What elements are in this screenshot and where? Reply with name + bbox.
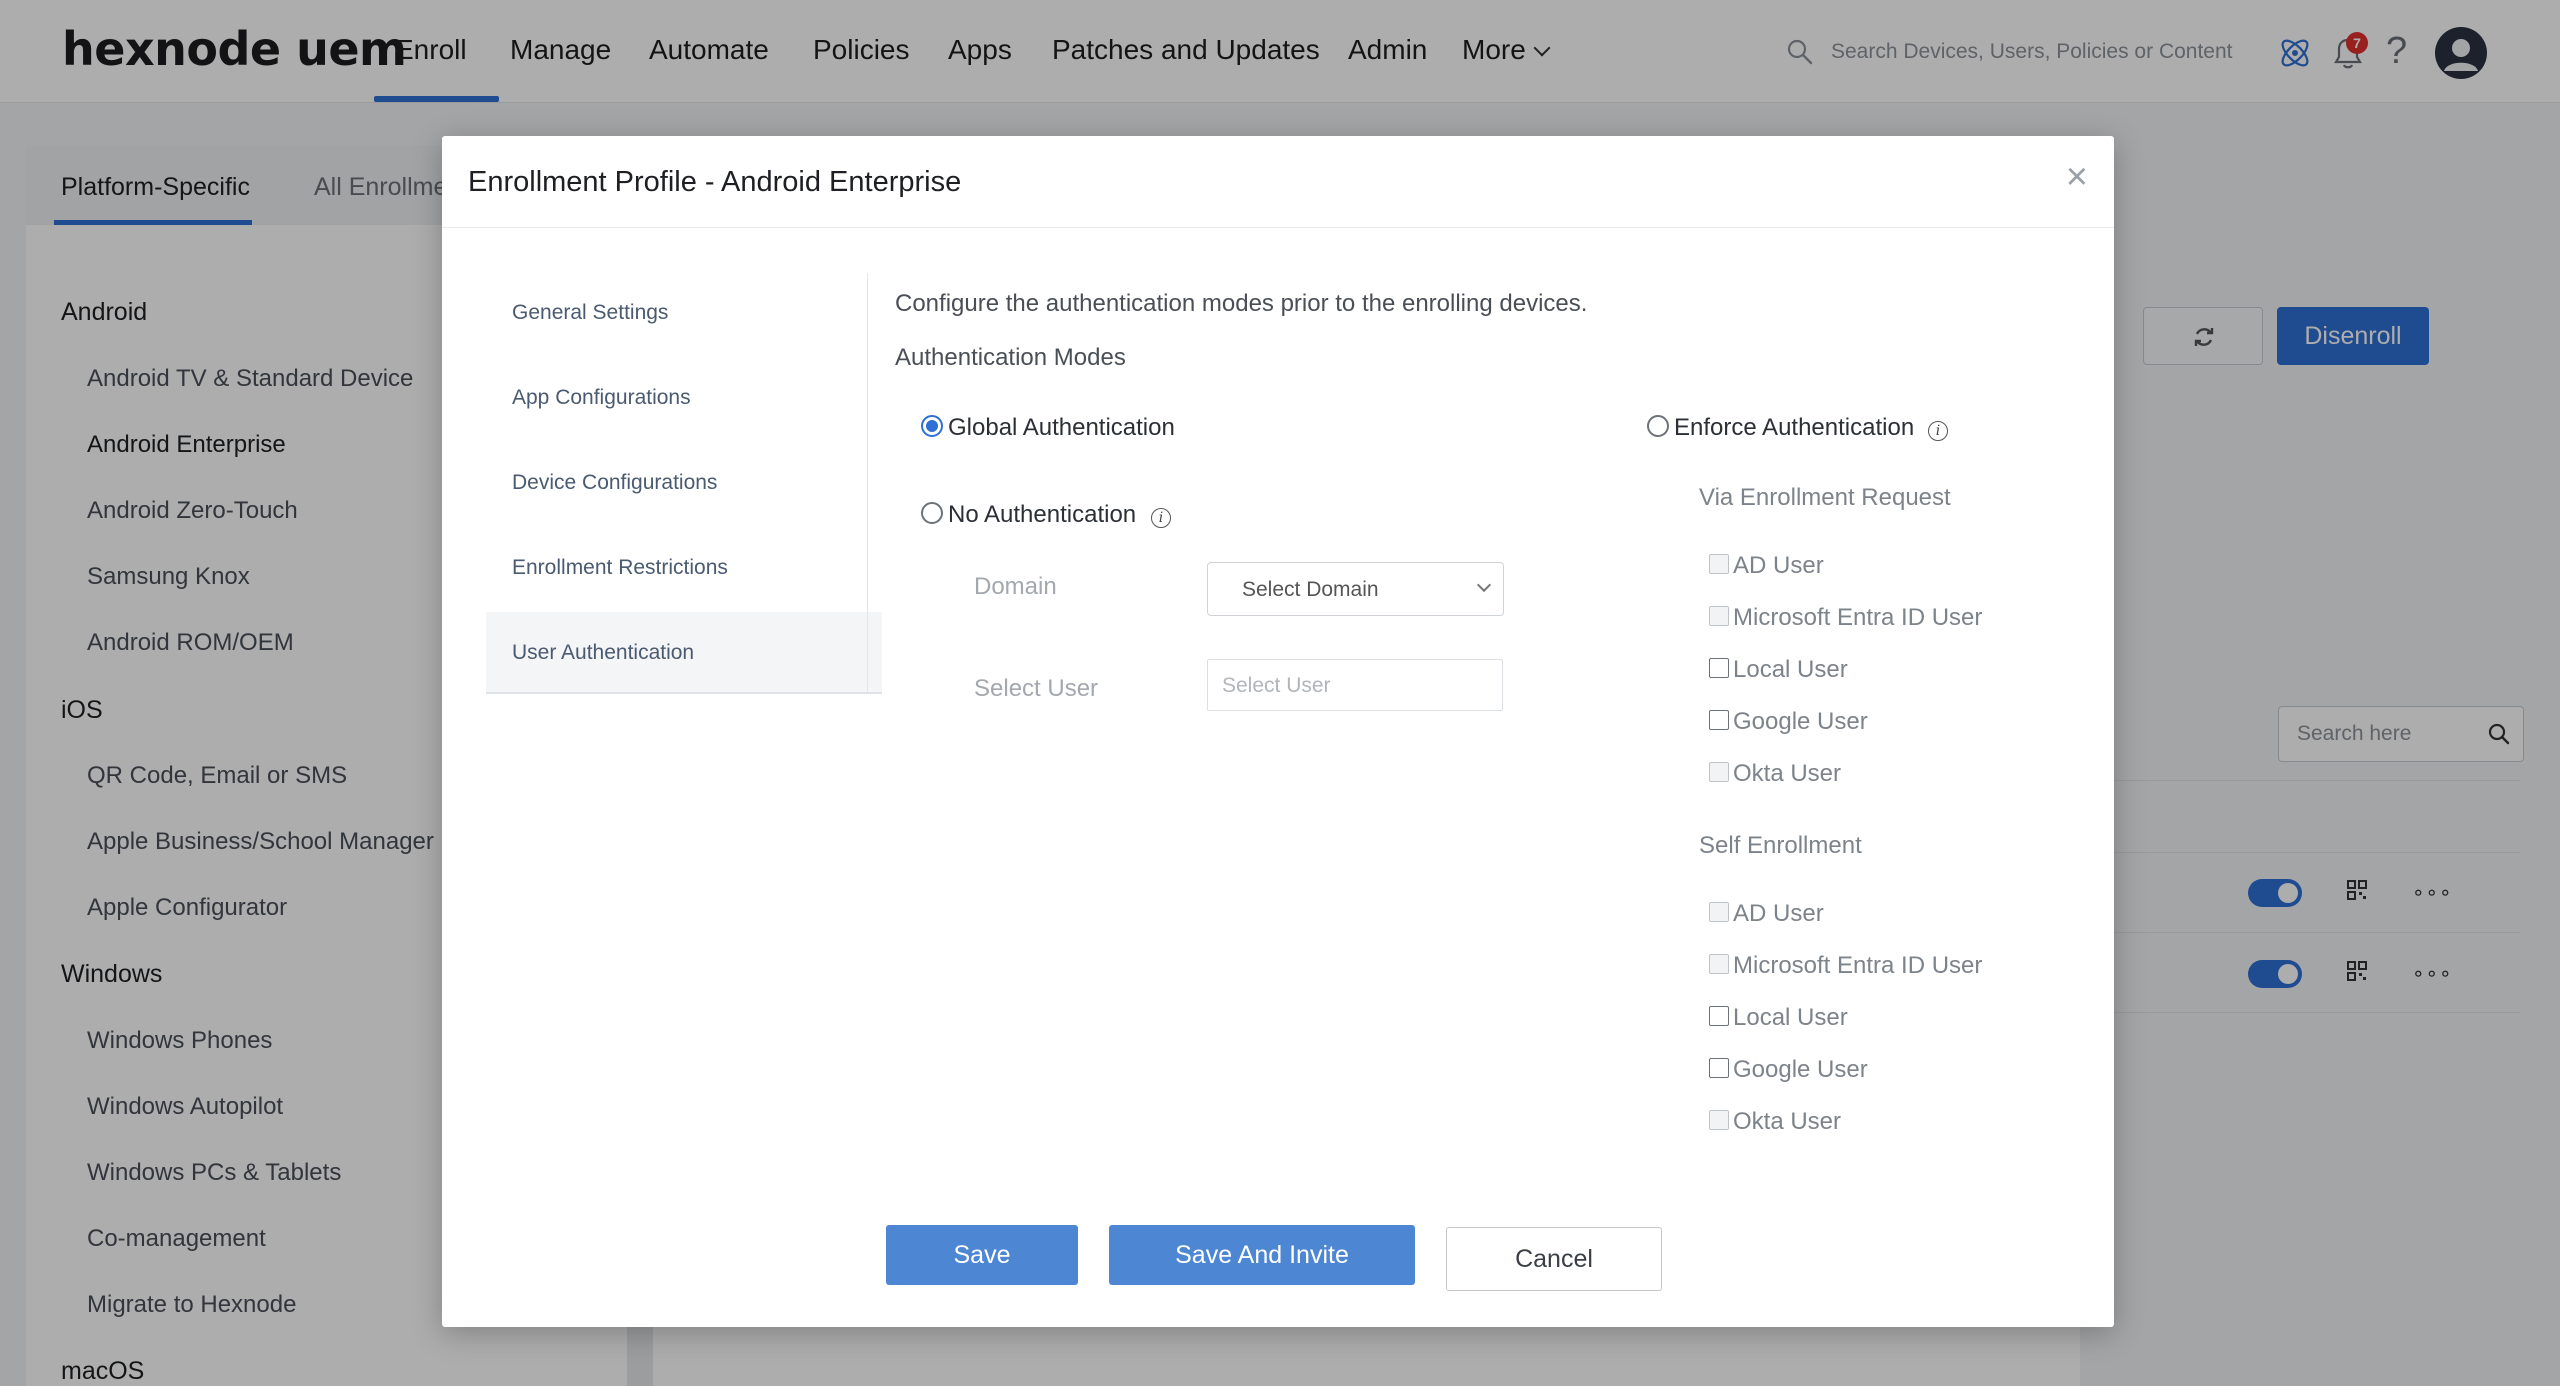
checkbox-label: Local User: [1733, 656, 1848, 683]
info-icon[interactable]: i: [1928, 421, 1948, 441]
domain-label: Domain: [974, 573, 1057, 600]
modal-nav-divider: [867, 273, 868, 693]
modal-nav-general-settings[interactable]: General Settings: [512, 301, 668, 325]
checkbox-label: Microsoft Entra ID User: [1733, 952, 1983, 979]
auth-modes-label: Authentication Modes: [895, 344, 1126, 371]
checkbox-label: AD User: [1733, 552, 1824, 579]
info-icon[interactable]: i: [1151, 508, 1171, 528]
enforce-auth-label[interactable]: Enforce Authentication: [1674, 414, 1914, 442]
chevron-down-icon: [1476, 577, 1492, 593]
checkbox-ad-user[interactable]: [1709, 554, 1729, 574]
modal-nav-device-configurations[interactable]: Device Configurations: [512, 471, 717, 495]
checkbox-google-user[interactable]: [1709, 710, 1729, 730]
save-button[interactable]: Save: [886, 1225, 1078, 1285]
checkbox-label: AD User: [1733, 900, 1824, 927]
checkbox-entra-user[interactable]: [1709, 954, 1729, 974]
checkbox-label: Okta User: [1733, 1108, 1842, 1135]
auth-description: Configure the authentication modes prior…: [895, 290, 1588, 317]
select-user-placeholder: Select User: [1222, 674, 1331, 697]
select-user-label: Select User: [974, 675, 1099, 702]
checkbox-label: Local User: [1733, 1004, 1848, 1031]
no-auth-label[interactable]: No Authentication: [948, 501, 1136, 529]
global-auth-radio[interactable]: [921, 415, 943, 437]
checkbox-label: Okta User: [1733, 760, 1842, 787]
via-enrollment-request-label: Via Enrollment Request: [1699, 484, 1951, 511]
select-user-input[interactable]: Select User: [1207, 659, 1503, 711]
close-icon[interactable]: ×: [2066, 158, 2088, 196]
domain-select-value: Select Domain: [1242, 578, 1379, 601]
checkbox-okta-user[interactable]: [1709, 762, 1729, 782]
checkbox-google-user[interactable]: [1709, 1058, 1729, 1078]
checkbox-local-user[interactable]: [1709, 658, 1729, 678]
modal-header: Enrollment Profile - Android Enterprise …: [442, 136, 2114, 228]
modal-nav-app-configurations[interactable]: App Configurations: [512, 386, 691, 410]
self-enrollment-label: Self Enrollment: [1699, 832, 1862, 859]
checkbox-ad-user[interactable]: [1709, 902, 1729, 922]
checkbox-label: Google User: [1733, 1056, 1868, 1083]
enrollment-profile-modal: Enrollment Profile - Android Enterprise …: [442, 136, 2114, 1327]
global-auth-label[interactable]: Global Authentication: [948, 414, 1175, 442]
modal-title: Enrollment Profile - Android Enterprise: [468, 166, 962, 198]
modal-nav-enrollment-restrictions[interactable]: Enrollment Restrictions: [512, 556, 728, 580]
enforce-auth-radio[interactable]: [1647, 415, 1669, 437]
checkbox-local-user[interactable]: [1709, 1006, 1729, 1026]
checkbox-okta-user[interactable]: [1709, 1110, 1729, 1130]
save-and-invite-button[interactable]: Save And Invite: [1109, 1225, 1415, 1285]
no-auth-radio[interactable]: [921, 502, 943, 524]
modal-nav-user-authentication[interactable]: User Authentication: [512, 641, 694, 665]
domain-select[interactable]: Select Domain: [1207, 562, 1504, 616]
checkbox-label: Microsoft Entra ID User: [1733, 604, 1983, 631]
cancel-button[interactable]: Cancel: [1446, 1227, 1662, 1291]
checkbox-label: Google User: [1733, 708, 1868, 735]
checkbox-entra-user[interactable]: [1709, 606, 1729, 626]
